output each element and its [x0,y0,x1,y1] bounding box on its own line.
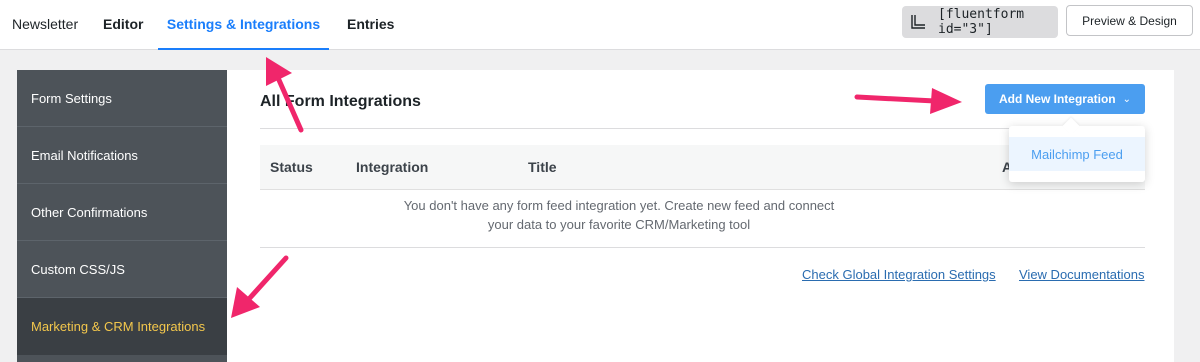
copy-icon [910,14,926,30]
sidebar-item-email-notifications[interactable]: Email Notifications [17,127,227,184]
sidebar-item-marketing-crm[interactable]: Marketing & CRM Integrations [17,298,227,355]
check-global-settings-link[interactable]: Check Global Integration Settings [802,267,996,282]
column-integration: Integration [356,159,429,175]
top-navigation-bar: Newsletter Editor Settings & Integration… [0,0,1200,50]
tab-editor[interactable]: Editor [103,0,143,50]
dropdown-item-mailchimp-feed[interactable]: Mailchimp Feed [1009,137,1145,171]
sidebar-item-form-settings[interactable]: Form Settings [17,70,227,127]
empty-state-line-1: You don't have any form feed integration… [403,198,835,213]
integrations-panel: All Form Integrations Add New Integratio… [227,70,1174,362]
view-documentations-link[interactable]: View Documentations [1019,267,1145,282]
tab-settings-integrations[interactable]: Settings & Integrations [158,0,329,50]
page-title: All Form Integrations [260,93,421,110]
sidebar-item-custom-css-js[interactable]: Custom CSS/JS [17,241,227,298]
divider [260,247,1145,248]
settings-sidebar: Form Settings Email Notifications Other … [17,70,227,362]
tab-entries[interactable]: Entries [347,0,394,50]
add-new-integration-label: Add New Integration [998,92,1116,106]
shortcode-text: [fluentform id="3"] [938,7,1025,37]
integration-dropdown-menu: Mailchimp Feed [1009,117,1145,182]
tab-newsletter[interactable]: Newsletter [12,0,78,50]
preview-design-button[interactable]: Preview & Design [1066,5,1193,36]
add-new-integration-button[interactable]: Add New Integration ⌄ [985,84,1145,114]
column-title: Title [528,159,557,175]
column-status: Status [270,159,313,175]
empty-state-message: You don't have any form feed integration… [260,196,978,234]
chevron-down-icon: ⌄ [1122,93,1132,105]
sidebar-item-other-confirmations[interactable]: Other Confirmations [17,184,227,241]
shortcode-copy-box[interactable]: [fluentform id="3"] [902,6,1058,38]
empty-state-line-2: your data to your favorite CRM/Marketing… [487,217,751,232]
